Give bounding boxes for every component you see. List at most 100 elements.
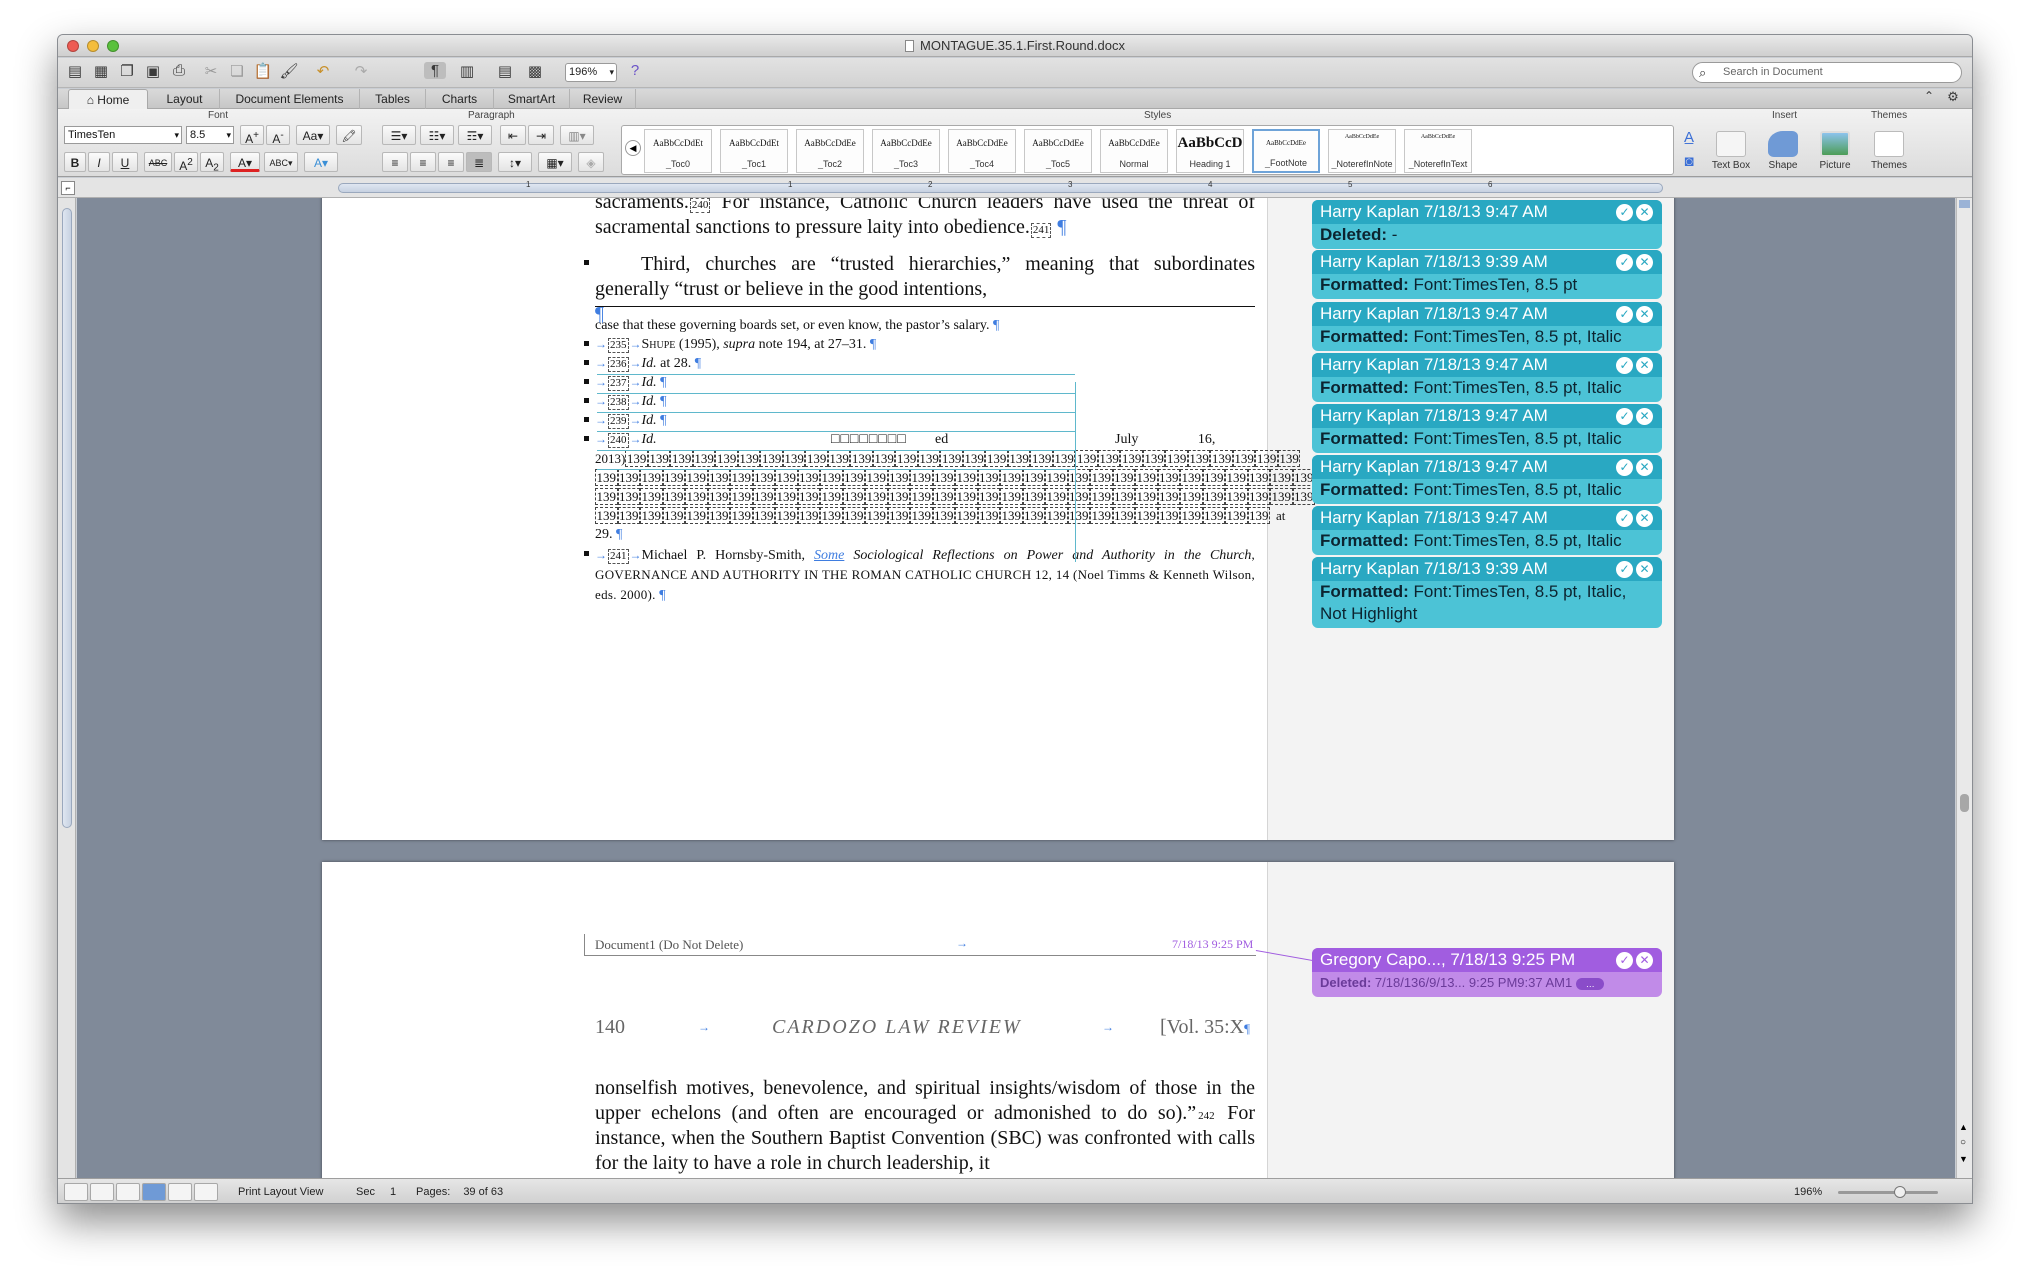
view-options-icon[interactable]: ▥ [456,62,478,80]
tab-home[interactable]: ⌂ Home [68,89,148,110]
footnote-236[interactable]: → 236 →Id. at 28. ¶ [595,354,701,373]
zoom-slider-thumb[interactable] [1894,1186,1906,1198]
themes-button[interactable]: Themes [1864,127,1914,175]
reject-change-icon[interactable]: ✕ [1636,510,1653,527]
align-left-button[interactable]: ≡ [382,152,408,172]
redo-icon[interactable]: ↷ [350,62,372,80]
accept-change-icon[interactable]: ✓ [1616,408,1633,425]
style-toc1[interactable]: AaBbCcDdEt _Toc1 [720,129,788,173]
align-right-button[interactable]: ≡ [438,152,464,172]
style-noteref-in-text[interactable]: AaBbCcDdEe _NoterefInText [1404,129,1472,173]
sidebar-icon[interactable]: ▤ [494,62,516,80]
font-color-button[interactable]: A▾ [230,152,260,172]
increase-indent-button[interactable]: ⇥ [528,125,554,145]
undo-icon[interactable]: ↶ [312,62,334,80]
text-effects-button[interactable]: A▾ [304,152,338,172]
highlight-button[interactable]: ABC▾ [264,152,298,172]
comment-balloon[interactable]: Harry Kaplan 7/18/13 9:39 AM ✓ ✕ Formatt… [1312,250,1662,299]
reject-change-icon[interactable]: ✕ [1636,357,1653,374]
reject-change-icon[interactable]: ✕ [1636,459,1653,476]
multilevel-list-button[interactable]: ☶▾ [458,125,492,145]
comment-balloon[interactable]: Harry Kaplan 7/18/13 9:47 AM ✓ ✕ Formatt… [1312,353,1662,402]
notebook-view-button[interactable] [168,1183,192,1201]
tab-tables[interactable]: Tables [360,89,426,109]
change-case-button[interactable]: Aa▾ [296,125,330,145]
accept-change-icon[interactable]: ✓ [1616,561,1633,578]
reject-change-icon[interactable]: ✕ [1636,254,1653,271]
style-toc2[interactable]: AaBbCcDdEe _Toc2 [796,129,864,173]
columns-button[interactable]: ▥▾ [560,125,594,145]
reject-change-icon[interactable]: ✕ [1636,952,1653,969]
underline-button[interactable]: U [112,152,138,172]
save-icon[interactable]: ▣ [142,62,164,80]
open-icon[interactable]: ❐ [116,62,138,80]
reject-change-icon[interactable]: ✕ [1636,408,1653,425]
search-input[interactable]: ⌕ Search in Document [1692,62,1962,83]
accept-change-icon[interactable]: ✓ [1616,306,1633,323]
browse-object-icon[interactable]: ○ [1960,1137,1966,1148]
gallery-scroll-left-icon[interactable]: ◀ [625,140,641,156]
show-formatting-icon[interactable]: ¶ [424,62,446,79]
accept-change-icon[interactable]: ✓ [1616,254,1633,271]
comment-balloon[interactable]: Harry Kaplan 7/18/13 9:47 AM ✓ ✕ Formatt… [1312,302,1662,351]
font-size-select[interactable]: 8.5 ▾ [186,126,234,144]
tab-document-elements[interactable]: Document Elements [220,89,360,109]
templates-icon[interactable]: ▦ [90,62,112,80]
style-noteref-in-note[interactable]: AaBbCcDdEe _NoterefInNote [1328,129,1396,173]
zoom-slider[interactable] [1838,1191,1938,1194]
collapse-ribbon-icon[interactable]: ⌃ [1918,89,1940,103]
format-painter-icon[interactable]: 🖌 [278,62,300,80]
tab-charts[interactable]: Charts [426,89,494,109]
help-icon[interactable]: ? [624,62,646,79]
insert-picture-button[interactable]: Picture [1810,127,1860,175]
bullets-button[interactable]: ☰▾ [382,125,416,145]
horizontal-ruler[interactable]: ⌐ 1 1 2 3 4 5 6 [58,178,1972,198]
more-icon[interactable]: … [1576,978,1605,990]
copy-icon[interactable]: ❏ [226,62,248,80]
styles-pane-icon[interactable]: A̲ [1678,129,1700,146]
manage-styles-icon[interactable]: ◙ [1678,153,1700,170]
media-browser-icon[interactable]: ▩ [524,62,546,80]
accept-change-icon[interactable]: ✓ [1616,459,1633,476]
accept-change-icon[interactable]: ✓ [1616,204,1633,221]
footnote-ref[interactable]: 242 [1197,1110,1216,1123]
style-footnote[interactable]: AaBbCcDdEe _FootNote [1252,129,1320,173]
borders-button[interactable]: ▦▾ [538,152,572,172]
font-name-select[interactable]: TimesTen ▾ [64,126,182,144]
footnote-ref[interactable]: 240 [689,198,711,213]
print-icon[interactable]: ⎙ [168,62,190,79]
footnote-237[interactable]: → 237 →Id. ¶ [595,373,667,392]
style-normal[interactable]: AaBbCcDdEe Normal [1100,129,1168,173]
split-handle-icon[interactable] [1959,200,1970,208]
scroll-down-icon[interactable]: ▼ [1959,1154,1968,1164]
footnote-continuation[interactable]: case that these governing boards set, or… [595,316,999,335]
zoom-select[interactable]: 196% ▾ [565,63,617,82]
comment-balloon[interactable]: Harry Kaplan 7/18/13 9:39 AM ✓ ✕ Formatt… [1312,557,1662,628]
numbering-button[interactable]: ☷▾ [420,125,454,145]
grow-font-button[interactable]: A+ [240,125,264,146]
tab-smartart[interactable]: SmartArt [494,89,570,109]
accept-change-icon[interactable]: ✓ [1616,510,1633,527]
subscript-button[interactable]: A2 [200,152,224,173]
comment-balloon[interactable]: Harry Kaplan 7/18/13 9:47 AM ✓ ✕ Formatt… [1312,455,1662,504]
shrink-font-button[interactable]: A- [266,125,290,146]
style-toc5[interactable]: AaBbCcDdEe _Toc5 [1024,129,1092,173]
tab-review[interactable]: Review [570,89,636,109]
clear-formatting-button[interactable]: 🖍 [336,125,362,145]
footnote-ref[interactable]: 241 [1030,223,1052,238]
print-layout-view-button[interactable] [142,1183,166,1201]
draft-view-button[interactable] [64,1183,88,1201]
style-heading-1[interactable]: AaBbCcD Heading 1 [1176,129,1244,173]
bold-button[interactable]: B [64,152,86,172]
reject-change-icon[interactable]: ✕ [1636,204,1653,221]
accept-change-icon[interactable]: ✓ [1616,357,1633,374]
line-spacing-button[interactable]: ↕▾ [498,152,532,172]
footnote-240[interactable]: → 240 →Id. □□□□□□□□ ed July 16, [595,430,1255,449]
outline-view-button[interactable] [90,1183,114,1201]
footnote-235[interactable]: → 235 →Shupe (1995), supra note 194, at 27… [595,335,876,354]
italic-button[interactable]: I [88,152,110,172]
justify-button[interactable]: ≣ [466,152,492,172]
align-center-button[interactable]: ≡ [410,152,436,172]
superscript-button[interactable]: A2 [174,152,198,173]
comment-balloon[interactable]: Harry Kaplan 7/18/13 9:47 AM ✓ ✕ Formatt… [1312,506,1662,555]
